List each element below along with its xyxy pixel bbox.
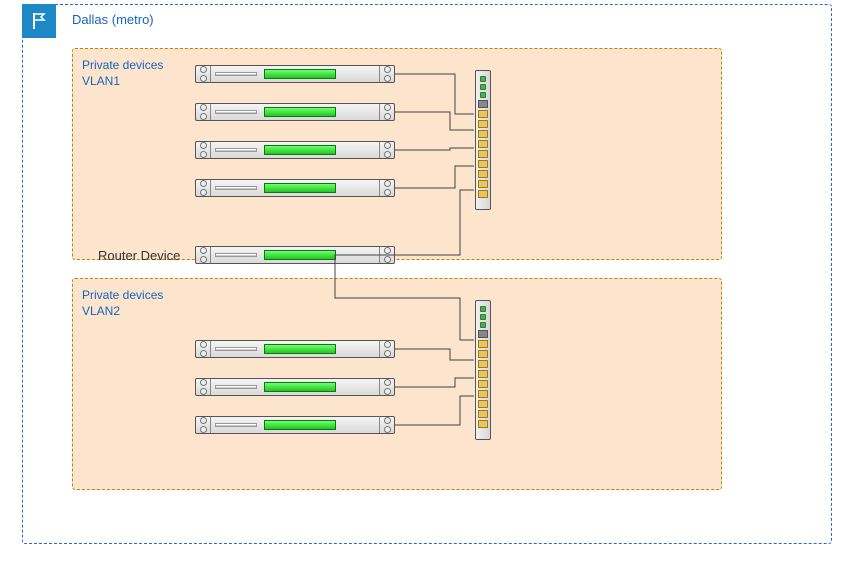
vlan1-server-2 — [195, 103, 395, 121]
vlan2-server-3 — [195, 416, 395, 434]
vlan1-box — [72, 48, 722, 260]
vlan2-box — [72, 278, 722, 490]
flag-icon — [22, 4, 56, 38]
metro-label: Dallas (metro) — [72, 12, 154, 27]
vlan1-server-3 — [195, 141, 395, 159]
vlan1-label: Private devices VLAN1 — [82, 58, 163, 89]
vlan2-server-1 — [195, 340, 395, 358]
vlan2-label: Private devices VLAN2 — [82, 288, 163, 319]
vlan1-server-1 — [195, 65, 395, 83]
router-device — [195, 246, 395, 264]
vlan1-server-4 — [195, 179, 395, 197]
vlan2-server-2 — [195, 378, 395, 396]
vlan2-switch — [475, 300, 491, 440]
vlan1-switch — [475, 70, 491, 210]
diagram-canvas: Dallas (metro) Private devices VLAN1 Rou… — [0, 0, 850, 562]
router-label: Router Device — [98, 248, 180, 263]
